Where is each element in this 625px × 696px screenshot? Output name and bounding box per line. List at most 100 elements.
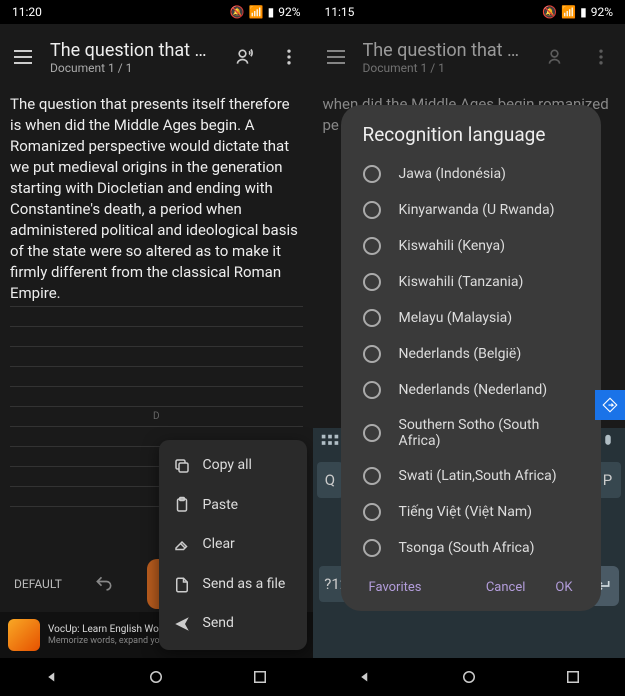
radio-icon [363, 273, 381, 291]
send-icon [173, 615, 191, 633]
radio-icon [363, 165, 381, 183]
radio-icon [363, 539, 381, 557]
directions-icon[interactable] [595, 390, 625, 420]
language-option[interactable]: Tsonga (South Africa) [349, 530, 593, 566]
status-bar: 11:20 🔕 📶 ▮ 92% [0, 0, 313, 24]
radio-icon [363, 201, 381, 219]
option-label: Tsonga (South Africa) [399, 540, 535, 556]
signal-icon: 📶 [249, 5, 264, 19]
clear-icon [173, 536, 191, 554]
option-label: Melayu (Malaysia) [399, 310, 513, 326]
language-option[interactable]: Tiếng Việt (Việt Nam) [349, 494, 593, 530]
menu-label: Copy all [203, 456, 252, 476]
language-option[interactable]: Nederlands (Nederland) [349, 372, 593, 408]
body-text: The question that presents itself theref… [10, 94, 303, 307]
radio-icon [363, 345, 381, 363]
signal-icon: 📶 [561, 5, 576, 19]
option-label: Kiswahili (Tanzania) [399, 274, 524, 290]
document-content[interactable]: The question that presents itself theref… [0, 90, 313, 556]
back-icon[interactable] [43, 668, 61, 686]
battery-pct: 92% [591, 5, 613, 19]
menu-label: Send as a file [203, 575, 286, 595]
default-label[interactable]: DEFAULT [14, 577, 62, 591]
menu-paste[interactable]: Paste [159, 486, 307, 526]
radio-icon [363, 503, 381, 521]
option-label: Tiếng Việt (Việt Nam) [399, 504, 533, 520]
menu-copy-all[interactable]: Copy all [159, 446, 307, 486]
paste-icon [173, 496, 191, 514]
language-option[interactable]: Southern Sotho (South Africa) [349, 408, 593, 458]
ok-button[interactable]: OK [555, 580, 572, 595]
dim-indicator: D [0, 410, 313, 424]
nav-bar [0, 658, 313, 696]
home-icon[interactable] [460, 668, 478, 686]
option-label: Jawa (Indonésia) [399, 166, 506, 182]
menu-icon[interactable] [327, 50, 351, 64]
menu-send-file[interactable]: Send as a file [159, 565, 307, 605]
copy-icon [173, 457, 191, 475]
option-label: Nederlands (België) [399, 346, 522, 362]
back-icon[interactable] [356, 668, 374, 686]
menu-send[interactable]: Send [159, 604, 307, 644]
language-option[interactable]: Kiswahili (Kenya) [349, 228, 593, 264]
option-label: Kinyarwanda (U Rwanda) [399, 202, 555, 218]
file-icon [173, 576, 191, 594]
voice-icon[interactable] [229, 47, 261, 67]
dnd-icon: 🔕 [542, 5, 557, 19]
ad-app-icon [8, 619, 40, 651]
page-title: The question that presen... [363, 40, 530, 61]
home-icon[interactable] [147, 668, 165, 686]
recognition-language-dialog: Recognition language Jawa (Indonésia) Kin… [341, 105, 601, 611]
menu-label: Paste [203, 496, 239, 516]
overflow-icon[interactable] [273, 47, 305, 67]
status-bar: 11:15 🔕 📶 ▮ 92% [313, 0, 625, 24]
battery-icon: ▮ [268, 5, 275, 19]
radio-icon [363, 237, 381, 255]
status-time: 11:15 [325, 5, 355, 19]
language-option[interactable]: Melayu (Malaysia) [349, 300, 593, 336]
battery-icon: ▮ [580, 5, 587, 19]
radio-icon [363, 381, 381, 399]
option-label: Southern Sotho (South Africa) [399, 417, 579, 449]
menu-icon[interactable] [14, 50, 38, 64]
option-label: Swati (Latin,South Africa) [399, 468, 557, 484]
status-time: 11:20 [12, 5, 42, 19]
status-icons: 🔕 📶 ▮ 92% [230, 5, 301, 19]
language-option[interactable]: Swati (Latin,South Africa) [349, 458, 593, 494]
cancel-button[interactable]: Cancel [486, 580, 526, 595]
radio-icon [363, 424, 381, 442]
title-box: The question that presen... Document 1 /… [50, 40, 217, 75]
context-menu: Copy all Paste Clear Send as a file Send [159, 440, 307, 650]
screen-right: 11:15 🔕 📶 ▮ 92% The question that presen… [313, 0, 625, 696]
option-label: Nederlands (Nederland) [399, 382, 548, 398]
dialog-actions: Favorites Cancel OK [349, 566, 593, 601]
language-option[interactable]: Kiswahili (Tanzania) [349, 264, 593, 300]
favorites-button[interactable]: Favorites [369, 580, 422, 595]
overflow-icon[interactable] [585, 47, 617, 67]
option-label: Kiswahili (Kenya) [399, 238, 506, 254]
menu-label: Clear [203, 535, 235, 555]
battery-pct: 92% [278, 5, 300, 19]
status-icons: 🔕 📶 ▮ 92% [542, 5, 613, 19]
grid-icon[interactable] [319, 432, 341, 454]
title-box: The question that presen... Document 1 /… [363, 40, 530, 75]
menu-clear[interactable]: Clear [159, 525, 307, 565]
app-bar: The question that presen... Document 1 /… [313, 24, 625, 90]
app-bar: The question that presen... Document 1 /… [0, 24, 313, 90]
language-option[interactable]: Nederlands (België) [349, 336, 593, 372]
radio-icon [363, 309, 381, 327]
menu-label: Send [203, 614, 234, 634]
undo-icon[interactable] [94, 574, 114, 594]
screen-left: 11:20 🔕 📶 ▮ 92% The question that presen… [0, 0, 313, 696]
dialog-title: Recognition language [349, 123, 593, 156]
recent-icon[interactable] [564, 668, 582, 686]
voice-icon[interactable] [541, 47, 573, 67]
recent-icon[interactable] [251, 668, 269, 686]
nav-bar [313, 658, 625, 696]
page-title: The question that presen... [50, 40, 217, 61]
language-option[interactable]: Jawa (Indonésia) [349, 156, 593, 192]
key-q[interactable]: Q [317, 462, 343, 498]
page-subtitle: Document 1 / 1 [363, 61, 530, 75]
dnd-icon: 🔕 [230, 5, 245, 19]
language-option[interactable]: Kinyarwanda (U Rwanda) [349, 192, 593, 228]
